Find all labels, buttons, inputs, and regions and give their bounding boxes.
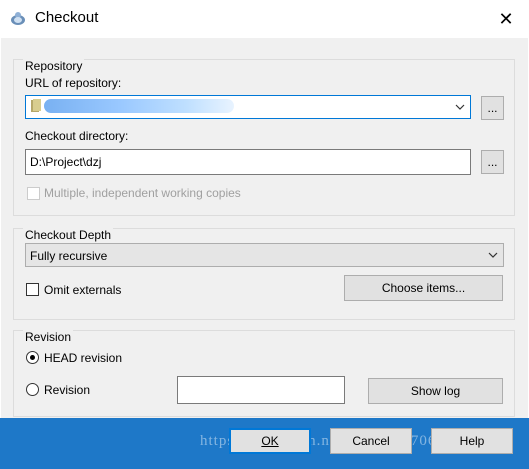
choose-items-button[interactable]: Choose items... bbox=[344, 275, 503, 301]
revision-group-title: Revision bbox=[23, 330, 74, 344]
close-icon: ✕ bbox=[498, 9, 514, 29]
repository-group-title: Repository bbox=[23, 59, 85, 73]
depth-select[interactable]: Fully recursive bbox=[25, 243, 504, 267]
url-combobox[interactable] bbox=[25, 95, 471, 119]
repository-group: Repository URL of repository: ... Checko… bbox=[13, 59, 515, 216]
title-bar: Checkout ✕ bbox=[0, 0, 529, 38]
url-value-redacted bbox=[44, 99, 234, 113]
omit-externals-checkbox[interactable] bbox=[26, 283, 39, 296]
checkout-depth-group: Checkout Depth Fully recursive Omit exte… bbox=[13, 228, 515, 320]
omit-externals-label: Omit externals bbox=[44, 283, 122, 297]
checkout-directory-input[interactable]: D:\Project\dzj bbox=[25, 149, 471, 175]
dialog-body: Repository URL of repository: ... Checko… bbox=[1, 38, 528, 418]
ok-button[interactable]: OK bbox=[229, 428, 311, 454]
revision-label: Revision bbox=[44, 383, 91, 397]
help-button[interactable]: Help bbox=[431, 428, 513, 454]
show-log-button[interactable]: Show log bbox=[368, 378, 503, 404]
checkout-directory-label: Checkout directory: bbox=[25, 129, 129, 143]
head-revision-radio[interactable] bbox=[26, 351, 39, 364]
window-title: Checkout bbox=[35, 9, 99, 26]
close-button[interactable]: ✕ bbox=[483, 0, 529, 38]
chevron-down-icon bbox=[488, 252, 498, 258]
revision-group: Revision HEAD revision Revision Show log bbox=[13, 330, 515, 417]
folder-icon bbox=[31, 99, 41, 112]
head-revision-label: HEAD revision bbox=[44, 351, 123, 365]
dialog-footer: https://blog.csdn.net/sl735510706 OK Can… bbox=[0, 418, 529, 469]
url-label: URL of repository: bbox=[25, 76, 122, 90]
url-browse-button[interactable]: ... bbox=[481, 96, 504, 120]
multiple-working-copies-checkbox[interactable] bbox=[27, 187, 40, 200]
multiple-working-copies-label: Multiple, independent working copies bbox=[44, 186, 241, 200]
revision-radio[interactable] bbox=[26, 383, 39, 396]
checkout-directory-value: D:\Project\dzj bbox=[30, 155, 102, 169]
directory-browse-button[interactable]: ... bbox=[481, 150, 504, 174]
depth-selected-value: Fully recursive bbox=[30, 249, 108, 263]
revision-input[interactable] bbox=[177, 376, 345, 404]
checkout-depth-group-title: Checkout Depth bbox=[23, 228, 114, 242]
tortoise-app-icon bbox=[11, 12, 25, 25]
chevron-down-icon[interactable] bbox=[454, 101, 466, 113]
cancel-button[interactable]: Cancel bbox=[330, 428, 412, 454]
